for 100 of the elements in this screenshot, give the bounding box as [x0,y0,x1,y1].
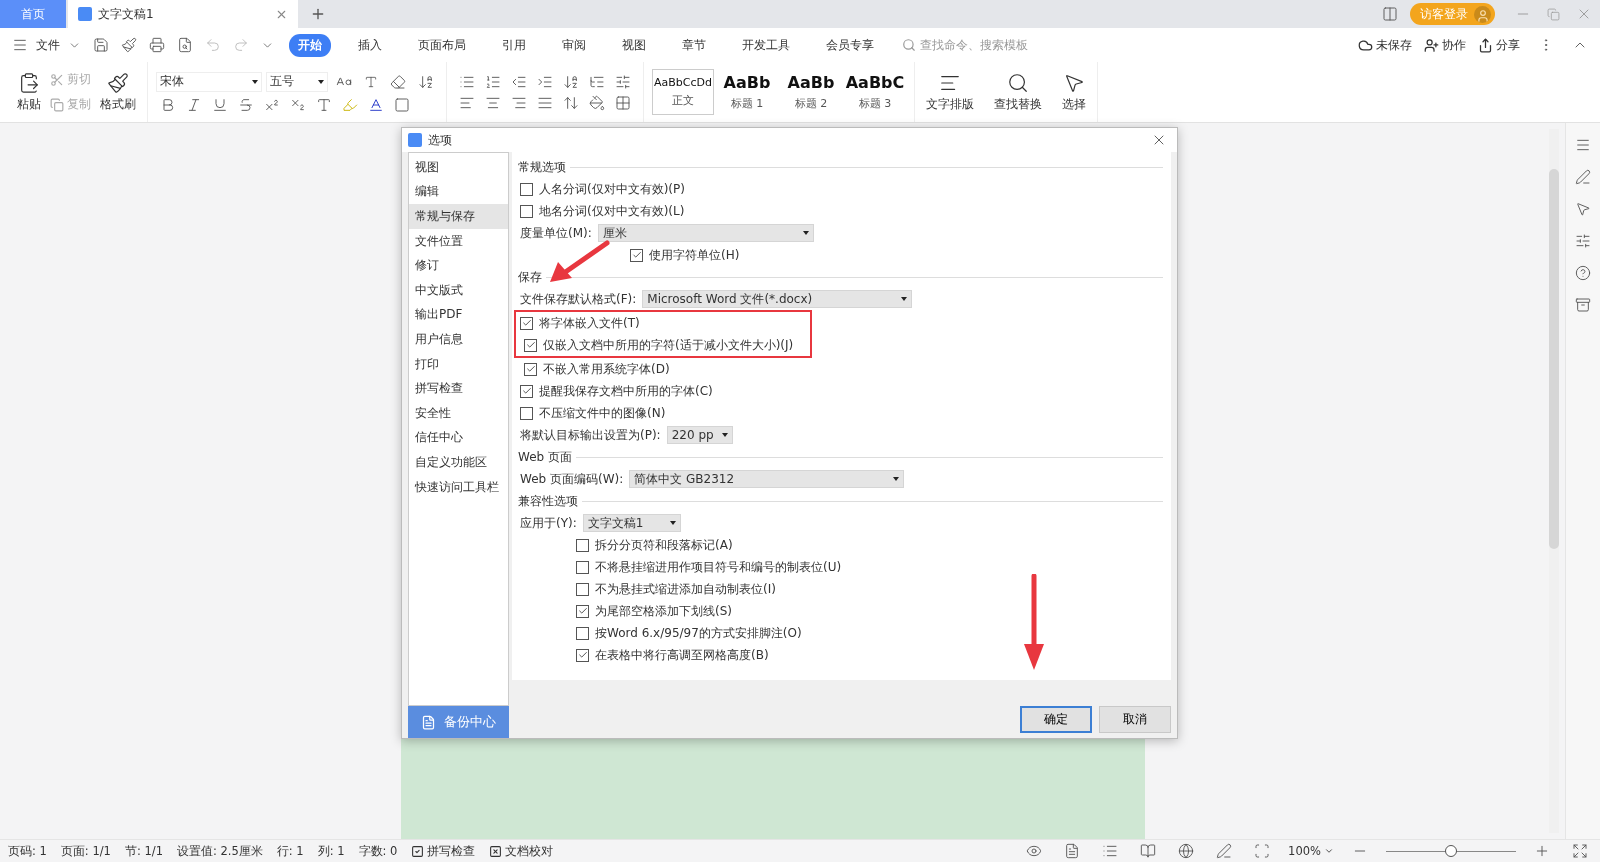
checkbox[interactable] [576,538,589,552]
field-label: 将默认目标输出设置为(P): [520,426,661,444]
category-item[interactable]: 快速访问工具栏 [409,474,508,500]
share-icon [1478,37,1493,53]
pointer-icon [1063,72,1085,94]
ribbon-tool-button[interactable]: 选择 [1059,70,1089,114]
checkbox[interactable] [576,560,589,574]
status-text: 设置值: 2.5厘米 [176,843,263,859]
annotation-arrow [548,240,610,284]
zoom-dropdown[interactable]: 100% [1288,844,1334,858]
document-icon [421,714,436,730]
checkbox[interactable] [576,582,589,596]
dropdown[interactable]: 文字文稿1 [582,514,681,532]
checkbox-label: 使用字符单位(H) [649,246,740,264]
style-preset[interactable]: AaBbCcDd 正文 [652,69,714,115]
ribbon-tab[interactable]: 开始 [289,33,331,57]
checkbox[interactable] [520,316,533,330]
checkbox[interactable] [576,648,589,662]
cloud-icon [1358,37,1373,53]
category-item[interactable]: 信任中心 [409,425,508,451]
ribbon-tool-button[interactable]: 文字排版 [923,70,977,114]
dialog-button[interactable]: 取消 [1099,706,1171,733]
status-text: 列: 1 [317,843,345,859]
section-heading: 常规选项 [518,158,566,176]
checkbox[interactable] [524,362,537,376]
ribbon-tab[interactable]: 会员专享 [817,33,883,57]
ribbon-tab[interactable]: 审阅 [553,33,595,57]
dropdown[interactable]: 简体中文 GB2312 [629,470,905,488]
checkbox[interactable] [630,248,643,262]
document-tab[interactable]: 文字文稿1 [68,0,298,28]
paste-button[interactable]: 粘贴 [14,70,44,114]
ribbon-tab[interactable]: 开发工具 [733,33,799,57]
category-item[interactable]: 中文版式 [409,277,508,303]
ribbon-tab[interactable]: 插入 [349,33,391,57]
category-item[interactable]: 文件位置 [409,228,508,254]
format-painter-button[interactable]: 格式刷 [97,70,139,114]
checkbox-label: 不压缩文件中的图像(N) [539,404,666,422]
category-item[interactable]: 安全性 [409,400,508,426]
toolbar-action[interactable]: 分享 [1474,36,1524,54]
search-icon [1007,72,1029,94]
checkbox-label: 仅嵌入文档中所用的字符(适于减小文件大小)(J) [543,336,794,354]
category-item[interactable]: 输出PDF [409,302,508,328]
checkbox-label: 不为悬挂式缩进添加自动制表位(I) [595,580,776,598]
field-label: 应用于(Y): [520,514,577,532]
status-text: 页面: 1/1 [60,843,111,859]
checkbox[interactable] [520,406,533,420]
toolbar-action[interactable]: 未保存 [1354,36,1416,54]
checkbox-label: 在表格中将行高调至网格高度(B) [595,646,769,664]
font-size-field[interactable]: 五号 [266,71,328,92]
dropdown[interactable]: Microsoft Word 文件(*.docx) [642,290,913,308]
check-icon [521,386,532,396]
scrollbar[interactable] [1549,129,1559,833]
avatar-icon [1474,5,1491,23]
file-menu[interactable]: 文件 [36,36,60,54]
category-item[interactable]: 拼写检查 [409,376,508,401]
ribbon-tab[interactable]: 引用 [493,33,535,57]
section-heading: 保存 [518,268,542,286]
checkbox-label: 为尾部空格添加下划线(S) [595,602,732,620]
clipboard-icon [18,72,40,94]
check-icon [577,650,588,660]
ribbon-tab[interactable]: 章节 [673,33,715,57]
checkbox[interactable] [576,626,589,640]
check-icon [577,606,588,616]
section-heading: Web 页面 [518,448,572,466]
search-icon [902,38,916,52]
checkbox-label: 将字体嵌入文件(T) [539,314,640,332]
category-item[interactable]: 用户信息 [409,327,508,352]
font-name-field[interactable]: 宋体 [156,71,262,92]
ribbon-tool-button[interactable]: 查找替换 [991,70,1045,114]
document-icon [78,7,92,21]
dropdown[interactable]: 厘米 [597,224,814,242]
field-label: Web 页面编码(W): [520,470,624,488]
spell-check-button[interactable]: 拼写检查 [411,843,476,859]
checkbox[interactable] [520,182,533,196]
check-icon [525,364,536,374]
ribbon-tab[interactable]: 页面布局 [409,33,475,57]
proofread-button[interactable]: 文档校对 [489,843,554,859]
category-item[interactable]: 自定义功能区 [409,450,508,475]
toolbar-action[interactable]: 协作 [1420,36,1470,54]
checkbox-icon [411,844,425,858]
section-heading: 兼容性选项 [518,492,578,510]
field-label: 文件保存默认格式(F): [520,290,637,308]
status-text: 页码: 1 [8,843,47,859]
status-text: 节: 1/1 [124,843,163,859]
category-item[interactable]: 修订 [409,253,508,278]
ribbon-tab[interactable]: 视图 [613,33,655,57]
app-icon [408,133,422,147]
checkbox[interactable] [576,604,589,618]
checkbox[interactable] [520,384,533,398]
category-item[interactable]: 打印 [409,351,508,377]
dialog-button[interactable]: 确定 [1020,706,1092,733]
checkbox-label: 不将悬挂缩进用作项目符号和编号的制表位(U) [595,558,842,576]
checkbox[interactable] [520,204,533,218]
dropdown[interactable]: 220 pp [666,426,733,444]
category-item[interactable]: 常规与保存 [409,204,508,229]
checkbox[interactable] [524,338,537,352]
category-item[interactable]: 视图 [409,155,508,180]
dialog-title: 选项 [428,131,452,149]
category-item[interactable]: 编辑 [409,179,508,205]
brush-icon [107,72,129,94]
